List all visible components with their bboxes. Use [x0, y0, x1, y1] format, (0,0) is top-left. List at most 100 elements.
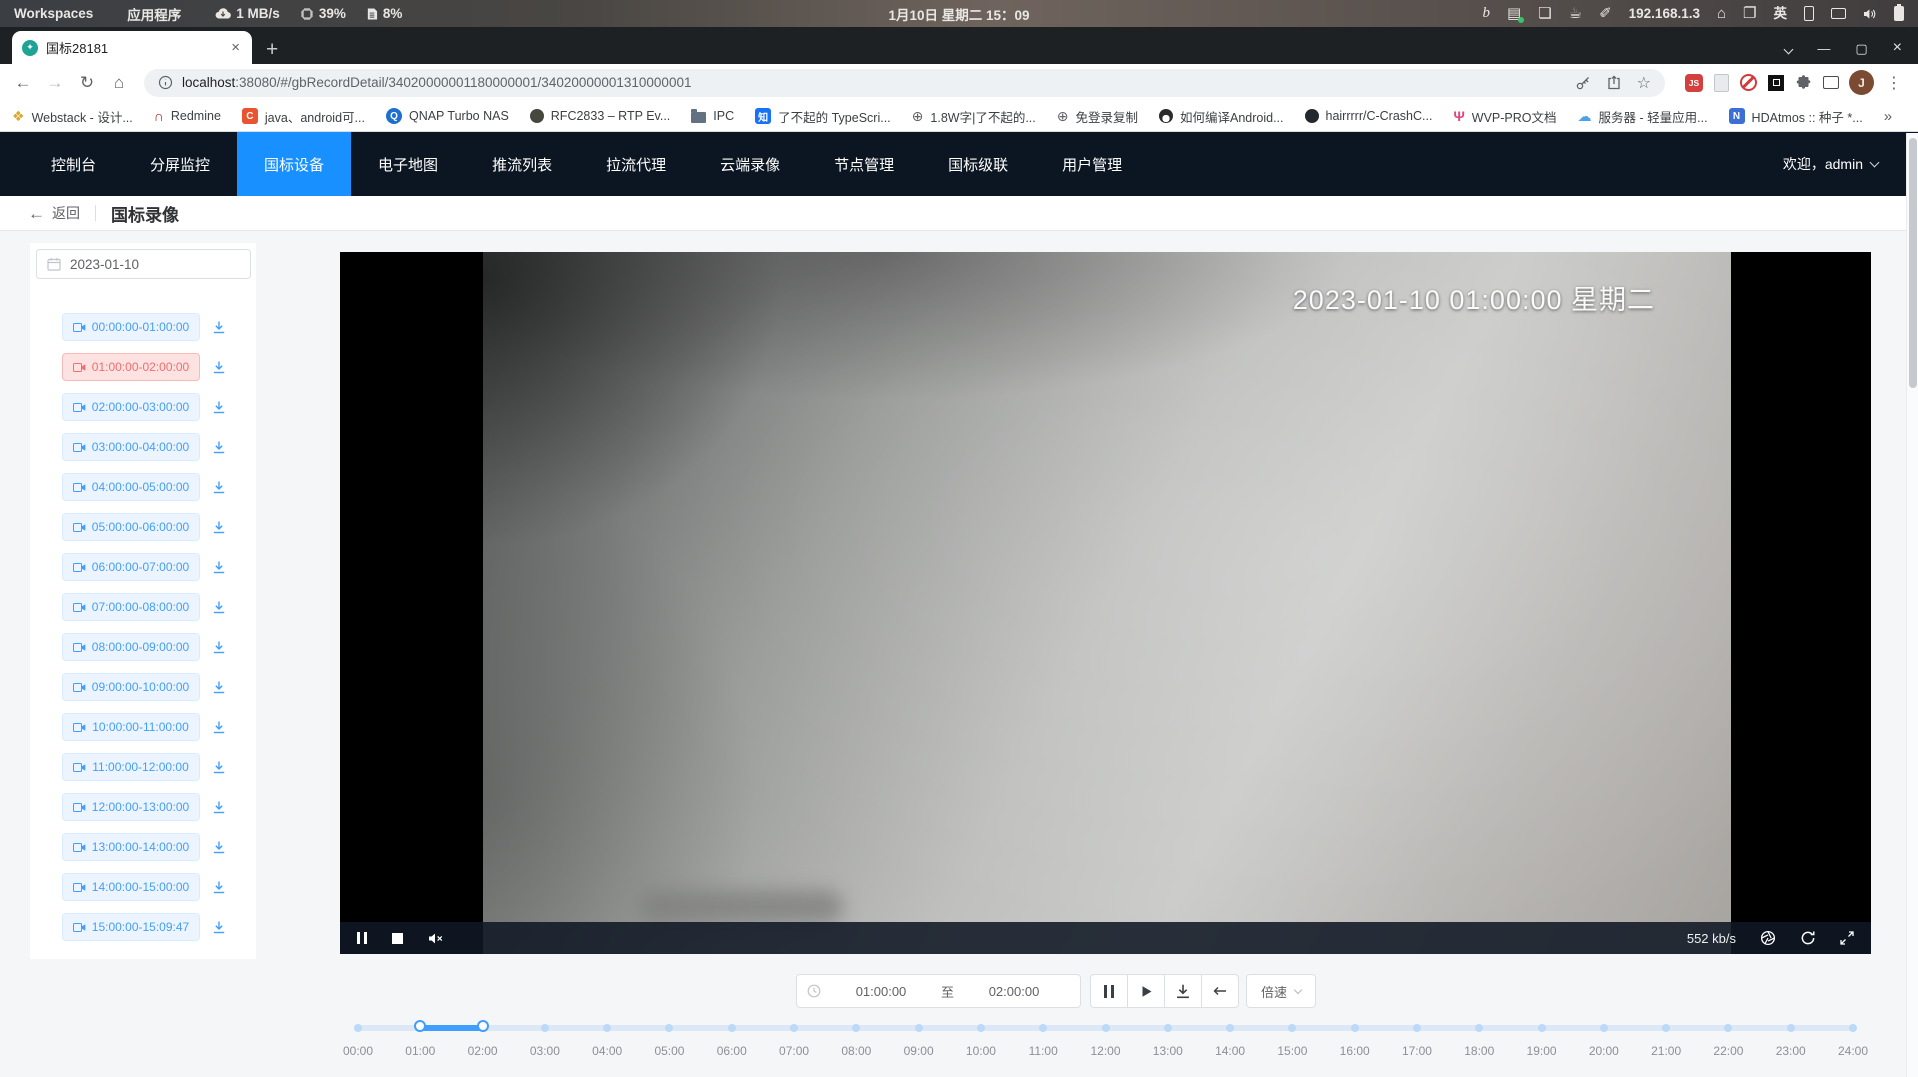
share-icon[interactable] — [1606, 75, 1622, 91]
bookmark-item[interactable]: ⊕免登录复制 — [1057, 107, 1138, 126]
minimize-icon[interactable]: — — [1817, 42, 1830, 55]
nav-item-7[interactable]: 节点管理 — [807, 132, 921, 196]
timeline-hour-dot[interactable] — [790, 1024, 798, 1032]
player-stop-icon[interactable] — [392, 933, 403, 944]
nav-item-4[interactable]: 推流列表 — [465, 132, 579, 196]
bookmark-item[interactable]: NHDAtmos :: 种子 *... — [1729, 107, 1863, 126]
timeline-hour-dot[interactable] — [603, 1024, 611, 1032]
bookmark-star-icon[interactable]: ☆ — [1637, 73, 1651, 93]
recording-segment-button[interactable]: 01:00:00-02:00:00 — [62, 353, 200, 381]
snapshot-icon[interactable] — [1760, 930, 1776, 946]
tab-close-icon[interactable]: × — [229, 39, 242, 56]
recording-segment-button[interactable]: 05:00:00-06:00:00 — [62, 513, 200, 541]
player-pause-icon[interactable] — [357, 932, 367, 944]
bing-tray-icon[interactable]: b — [1482, 6, 1490, 21]
battery-icon[interactable] — [1894, 6, 1904, 21]
speed-dropdown[interactable]: 倍速 — [1246, 974, 1316, 1008]
recording-segment-button[interactable]: 13:00:00-14:00:00 — [62, 833, 200, 861]
play-button[interactable] — [1127, 974, 1165, 1008]
timeline-hour-dot[interactable] — [1288, 1024, 1296, 1032]
nav-item-0[interactable]: 控制台 — [24, 132, 123, 196]
ip-address[interactable]: 192.168.1.3 — [1629, 7, 1700, 21]
recording-segment-button[interactable]: 04:00:00-05:00:00 — [62, 473, 200, 501]
timeline-hour-dot[interactable] — [1351, 1024, 1359, 1032]
timeline-hour-dot[interactable] — [1164, 1024, 1172, 1032]
timeline-hour-dot[interactable] — [354, 1024, 362, 1032]
address-bar[interactable]: localhost:38080/#/gbRecordDetail/3402000… — [144, 69, 1665, 97]
bookmark-item[interactable]: hairrrrr/C-CrashC... — [1305, 109, 1433, 123]
tab-search-icon[interactable] — [1785, 42, 1792, 55]
timeline-hour-dot[interactable] — [1600, 1024, 1608, 1032]
clock-date[interactable]: 1月10日 星期二 15：09 — [888, 4, 1029, 24]
adblock-extension-icon[interactable] — [1740, 74, 1757, 91]
timeline-hour-dot[interactable] — [728, 1024, 736, 1032]
bookmark-item[interactable]: 知了不起的 TypeScri... — [755, 107, 891, 126]
forward-icon[interactable]: → — [42, 70, 68, 96]
download-icon[interactable] — [212, 440, 226, 454]
download-icon[interactable] — [212, 360, 226, 374]
timeline-hour-dot[interactable] — [915, 1024, 923, 1032]
workspaces-button[interactable]: Workspaces — [14, 6, 93, 21]
end-time-value[interactable]: 02:00:00 — [958, 984, 1070, 999]
nav-item-8[interactable]: 国标级联 — [921, 132, 1035, 196]
bookmark-item[interactable]: ∩Redmine — [154, 108, 221, 124]
recording-segment-button[interactable]: 06:00:00-07:00:00 — [62, 553, 200, 581]
recording-segment-button[interactable]: 00:00:00-01:00:00 — [62, 313, 200, 341]
recording-segment-button[interactable]: 14:00:00-15:00:00 — [62, 873, 200, 901]
input-method-indicator[interactable]: 英 — [1774, 7, 1788, 21]
bookmarks-overflow-chevron[interactable]: » — [1884, 108, 1892, 125]
new-tab-button[interactable]: + — [266, 39, 278, 60]
screenshot-extension-icon[interactable] — [1768, 75, 1784, 91]
bookmark-item[interactable]: ☁服务器 - 轻量应用... — [1578, 107, 1708, 126]
nav-item-5[interactable]: 拉流代理 — [579, 132, 693, 196]
password-key-icon[interactable] — [1575, 75, 1591, 91]
bookmark-item[interactable]: Cjava、android可... — [242, 107, 365, 126]
recording-segment-button[interactable]: 09:00:00-10:00:00 — [62, 673, 200, 701]
download-icon[interactable] — [212, 920, 226, 934]
recording-segment-button[interactable]: 10:00:00-11:00:00 — [62, 713, 200, 741]
bookmark-item[interactable]: 如何编译Android... — [1159, 107, 1284, 126]
download-icon[interactable] — [212, 840, 226, 854]
download-icon[interactable] — [212, 320, 226, 334]
video-player[interactable]: 2023-01-10 01:00:00 星期二 552 kb/s — [340, 252, 1871, 954]
timeline-selected-range[interactable] — [420, 1025, 482, 1031]
site-info-icon[interactable] — [158, 75, 173, 90]
extensions-puzzle-icon[interactable] — [1795, 74, 1812, 91]
notes-extension-icon[interactable] — [1714, 74, 1729, 92]
bookmark-item[interactable]: ⊕1.8W字|了不起的... — [912, 107, 1036, 126]
workspace-switcher-icon[interactable]: ❐ — [1743, 6, 1756, 21]
browser-home-icon[interactable]: ⌂ — [106, 70, 132, 96]
seek-back-button[interactable] — [1201, 974, 1239, 1008]
time-range-input[interactable]: 01:00:00 至 02:00:00 — [796, 974, 1081, 1008]
download-icon[interactable] — [212, 520, 226, 534]
bookmark-item[interactable]: RFC2833 – RTP Ev... — [530, 109, 671, 123]
date-picker-input[interactable]: 2023-01-10 — [36, 249, 251, 279]
timeline-hour-dot[interactable] — [1538, 1024, 1546, 1032]
timeline-hour-dot[interactable] — [1475, 1024, 1483, 1032]
nav-item-6[interactable]: 云端录像 — [693, 132, 807, 196]
back-icon[interactable]: ← — [10, 70, 36, 96]
timeline-hour-dot[interactable] — [541, 1024, 549, 1032]
download-icon[interactable] — [212, 760, 226, 774]
browser-menu-kebab-icon[interactable]: ⋮ — [1880, 73, 1908, 93]
timeline-hour-dot[interactable] — [1039, 1024, 1047, 1032]
bookmark-item[interactable]: IPC — [691, 109, 734, 123]
recording-segment-button[interactable]: 11:00:00-12:00:00 — [62, 753, 200, 781]
recording-segment-button[interactable]: 12:00:00-13:00:00 — [62, 793, 200, 821]
nav-item-3[interactable]: 电子地图 — [351, 132, 465, 196]
refresh-icon[interactable] — [1800, 930, 1816, 946]
display-icon[interactable] — [1831, 8, 1846, 19]
download-icon[interactable] — [212, 880, 226, 894]
download-icon[interactable] — [212, 680, 226, 694]
bookmark-item[interactable]: QQNAP Turbo NAS — [386, 108, 509, 124]
profile-avatar[interactable]: J — [1849, 70, 1874, 95]
pause-button[interactable] — [1090, 974, 1128, 1008]
scrollbar-thumb[interactable] — [1909, 138, 1917, 388]
bookmark-item[interactable]: ΨWVP-PRO文档 — [1453, 107, 1556, 126]
recording-segment-button[interactable]: 15:00:00-15:09:47 — [62, 913, 200, 941]
timeline-hour-dot[interactable] — [665, 1024, 673, 1032]
timeline-hour-dot[interactable] — [1662, 1024, 1670, 1032]
timeline-hour-dot[interactable] — [852, 1024, 860, 1032]
reload-icon[interactable]: ↻ — [74, 70, 100, 96]
recording-segment-button[interactable]: 02:00:00-03:00:00 — [62, 393, 200, 421]
